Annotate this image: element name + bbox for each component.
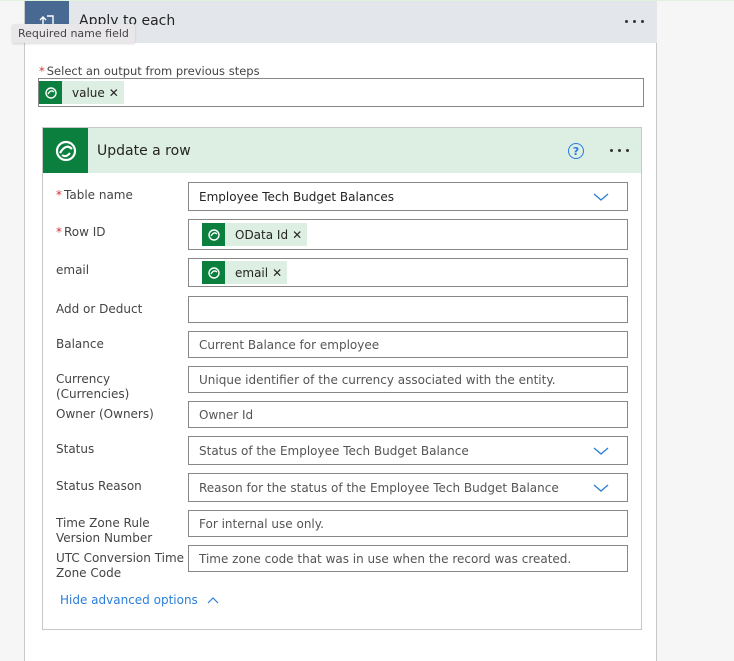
currency-input[interactable]: Unique identifier of the currency associ… xyxy=(188,366,628,393)
table-name-dropdown[interactable]: Employee Tech Budget Balances xyxy=(188,182,628,211)
time-zone-rule-placeholder: For internal use only. xyxy=(199,516,324,531)
odata-id-token: OData Id ✕ xyxy=(202,223,308,246)
help-icon[interactable]: ? xyxy=(568,143,584,159)
status-reason-label: Status Reason xyxy=(56,479,142,493)
value-token-label: value xyxy=(72,85,105,100)
add-or-deduct-label: Add or Deduct xyxy=(56,302,143,316)
email-label: email xyxy=(56,263,90,277)
status-dropdown[interactable]: Status of the Employee Tech Budget Balan… xyxy=(188,436,628,465)
status-placeholder: Status of the Employee Tech Budget Balan… xyxy=(199,443,469,458)
chevron-down-icon[interactable] xyxy=(593,446,609,456)
hide-advanced-options-link[interactable]: Hide advanced options xyxy=(60,593,219,607)
apply-to-each-card: Apply to each * Select an output from pre… xyxy=(24,1,657,661)
utc-conversion-placeholder: Time zone code that was in use when the … xyxy=(199,551,572,566)
scope-more-options-icon[interactable] xyxy=(625,20,644,23)
dataverse-icon xyxy=(43,128,88,173)
table-name-label-text: Table name xyxy=(64,188,133,202)
dataverse-icon xyxy=(39,81,62,104)
chevron-up-icon[interactable] xyxy=(207,596,219,604)
status-reason-placeholder: Reason for the status of the Employee Te… xyxy=(199,480,559,495)
time-zone-rule-label: Time Zone Rule Version Number xyxy=(56,516,153,545)
email-input[interactable]: email ✕ xyxy=(188,258,628,287)
select-output-label-text: Select an output from previous steps xyxy=(46,64,260,78)
status-label: Status xyxy=(56,442,95,456)
status-reason-dropdown[interactable]: Reason for the status of the Employee Te… xyxy=(188,473,628,502)
balance-placeholder: Current Balance for employee xyxy=(199,337,380,352)
utc-conversion-label: UTC Conversion Time Zone Code xyxy=(56,551,185,580)
update-a-row-card: Update a row ? * Table name Employee Tech… xyxy=(42,127,642,630)
currency-placeholder: Unique identifier of the currency associ… xyxy=(199,372,556,387)
email-token-label: email xyxy=(235,265,269,280)
balance-label: Balance xyxy=(56,337,104,351)
row-id-input[interactable]: OData Id ✕ xyxy=(188,219,628,250)
owner-placeholder: Owner Id xyxy=(199,407,254,422)
remove-token-icon[interactable]: ✕ xyxy=(292,228,307,242)
select-output-input[interactable]: value ✕ xyxy=(38,78,644,107)
table-name-label: * Table name xyxy=(56,188,133,202)
remove-token-icon[interactable]: ✕ xyxy=(109,86,124,100)
select-output-label: * Select an output from previous steps xyxy=(39,64,260,78)
owner-label: Owner (Owners) xyxy=(56,407,154,421)
chevron-down-icon[interactable] xyxy=(593,192,609,202)
add-or-deduct-input[interactable] xyxy=(188,296,628,323)
chevron-down-icon[interactable] xyxy=(593,483,609,493)
row-id-label: * Row ID xyxy=(56,225,106,239)
row-id-label-text: Row ID xyxy=(64,225,106,239)
odata-id-token-label: OData Id xyxy=(235,227,289,242)
hide-advanced-options-label[interactable]: Hide advanced options xyxy=(60,593,198,607)
currency-label: Currency (Currencies) xyxy=(56,372,130,401)
action-more-options-icon[interactable] xyxy=(610,149,629,152)
utc-conversion-input[interactable]: Time zone code that was in use when the … xyxy=(188,545,628,572)
action-title[interactable]: Update a row xyxy=(97,143,191,159)
balance-input[interactable]: Current Balance for employee xyxy=(188,331,628,358)
dataverse-icon xyxy=(202,261,225,284)
update-a-row-header[interactable]: Update a row ? xyxy=(43,128,641,173)
required-name-tooltip: Required name field xyxy=(12,24,135,43)
table-name-value: Employee Tech Budget Balances xyxy=(199,189,395,204)
email-token: email ✕ xyxy=(202,261,288,284)
value-token: value ✕ xyxy=(39,81,124,104)
dataverse-icon xyxy=(202,223,225,246)
remove-token-icon[interactable]: ✕ xyxy=(272,266,287,280)
time-zone-rule-input[interactable]: For internal use only. xyxy=(188,510,628,537)
owner-input[interactable]: Owner Id xyxy=(188,401,628,428)
